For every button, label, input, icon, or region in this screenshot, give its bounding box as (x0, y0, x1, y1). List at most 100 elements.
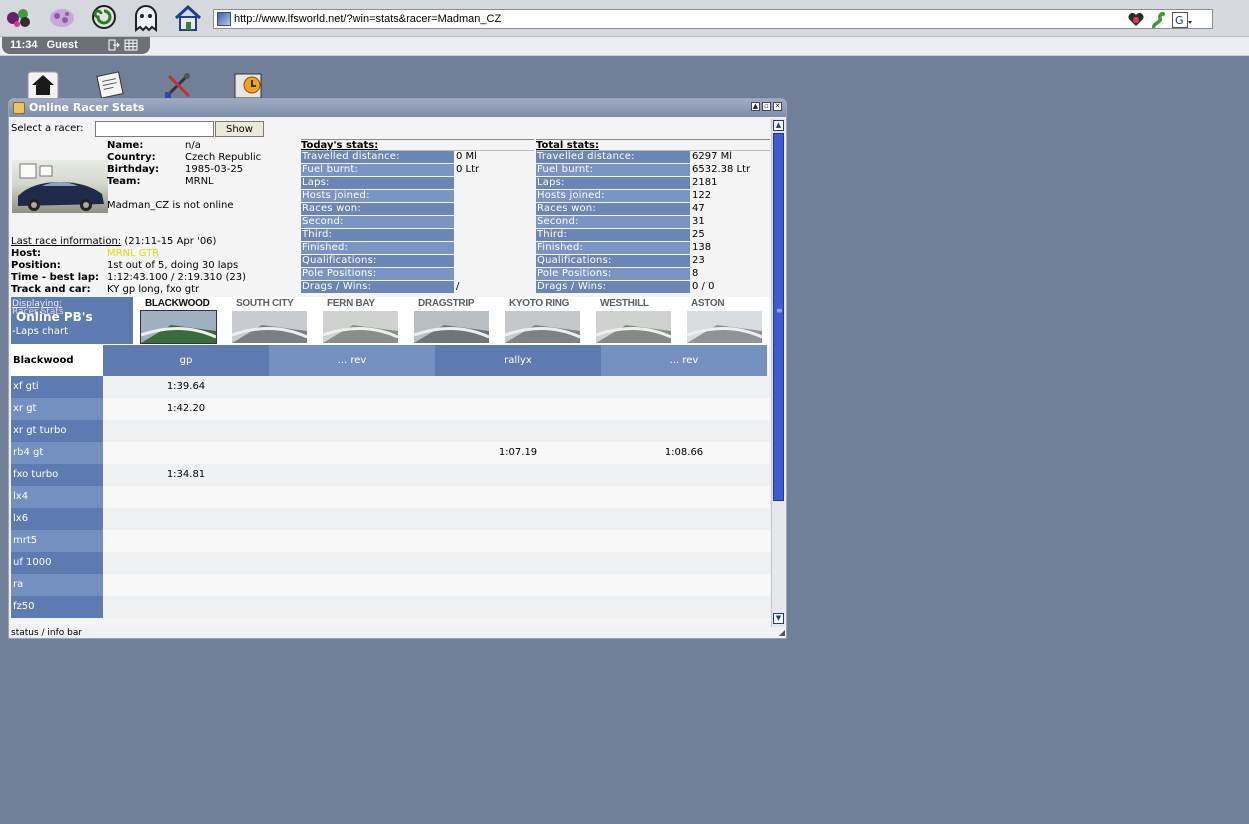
flower-icon[interactable] (46, 3, 78, 33)
collapse-button[interactable]: ▲ (751, 102, 760, 111)
last-race-host-value: MRNL GTR (107, 248, 160, 259)
track-name: SOUTH CITY (236, 298, 294, 309)
car-name: fxo turbo (11, 464, 103, 486)
select-racer-label: Select a racer: (11, 123, 84, 134)
lap-time-cell (103, 574, 269, 596)
tools-icon[interactable] (161, 70, 195, 100)
resize-grip-icon[interactable]: ◢ (779, 628, 785, 637)
stats-label: Finished: (536, 242, 690, 254)
window-content: Select a racer: Show Name: n/a Country: … (11, 119, 770, 627)
laps-chart-link[interactable]: -Laps chart (12, 326, 68, 337)
track-tab[interactable]: WESTHILL (596, 298, 686, 344)
track-name: WESTHILL (600, 298, 649, 309)
heart-plus-icon[interactable] (1128, 12, 1144, 33)
stats-value: 47 (692, 203, 705, 214)
lap-time-cell (103, 596, 269, 618)
clock-pill: 11:34 Guest (2, 37, 150, 54)
scroll-up-arrow-icon[interactable]: ▲ (773, 120, 784, 131)
worm-icon[interactable] (1150, 11, 1166, 35)
stats-row: Qualifications: 23 (536, 255, 770, 268)
google-icon[interactable]: G (1172, 12, 1192, 34)
stats-label: Races won: (536, 203, 690, 215)
home-icon[interactable] (172, 3, 204, 33)
car-name: rb4 gt (11, 442, 103, 464)
swirl-icon[interactable] (88, 3, 120, 33)
car-name: uf 1000 (11, 552, 103, 574)
lap-time-cell (103, 442, 269, 464)
racer-stats-window: Online Racer Stats ▲ ▫ ✕ Select a racer:… (8, 98, 787, 639)
stats-value: 8 (692, 268, 699, 279)
track-thumbnail (232, 311, 307, 343)
lap-time-cell (103, 530, 269, 552)
scroll-down-arrow-icon[interactable]: ▼ (773, 613, 784, 624)
last-race-time-row: Time - best lap: 1:12:43.100 / 2:19.310 … (11, 272, 300, 284)
track-tab[interactable]: BLACKWOOD (140, 298, 231, 344)
vertical-scrollbar[interactable]: ▲ ≡ ▼ (771, 119, 785, 627)
stats-value: / (456, 281, 460, 292)
stats-label: Second: (536, 216, 690, 228)
stats-label: Pole Positions: (536, 268, 690, 280)
track-thumbnail (414, 311, 489, 343)
track-tab[interactable]: DRAGSTRIP (414, 298, 504, 344)
track-tab[interactable]: FERN BAY (323, 298, 413, 344)
profile-field-label: Team: (107, 176, 141, 187)
stats-row: Fuel burnt: 6532.38 Ltr (536, 164, 770, 177)
lap-time-cell (103, 552, 269, 574)
stats-row: Hosts joined: (301, 190, 534, 203)
last-race-label: Track and car: (11, 284, 91, 295)
clock-badge-icon[interactable] (231, 70, 265, 100)
stats-row: Travelled distance: 6297 Ml (536, 151, 770, 164)
track-tab[interactable]: SOUTH CITY (232, 298, 322, 344)
profile-field-label: Name: (107, 140, 144, 151)
track-thumbnail (687, 311, 762, 343)
close-button[interactable]: ✕ (773, 102, 782, 111)
lap-time-cell (435, 486, 601, 508)
stats-label: Laps: (301, 177, 454, 189)
car-name: lx6 (11, 508, 103, 530)
last-race-track-row: Track and car: KY gp long, fxo gtr (11, 284, 300, 296)
home-icon[interactable] (26, 70, 60, 100)
laps-column-header[interactable]: rallyx (435, 345, 601, 376)
total-stats-title: Total stats: (536, 139, 770, 151)
lap-time-cell (601, 530, 767, 552)
stats-value: 0 Ml (456, 151, 477, 162)
lap-time-cell (601, 508, 767, 530)
lap-time-cell (103, 486, 269, 508)
stats-label: Third: (536, 229, 690, 241)
status-info-bar: status / info bar (11, 628, 83, 638)
laps-column-header[interactable]: ... rev (601, 345, 767, 376)
stats-row: Laps: (301, 177, 534, 190)
grid-icon[interactable] (124, 39, 138, 56)
track-tab[interactable]: ASTON (687, 298, 770, 344)
track-selector: Displaying: Racer Stats Online PB's -Lap… (11, 297, 770, 345)
track-tab[interactable]: KYOTO RING (505, 298, 595, 344)
scroll-thumb[interactable]: ≡ (773, 133, 784, 501)
profile-field-label: Country: (107, 152, 156, 163)
racer-search-input[interactable] (95, 121, 214, 137)
laps-column-header[interactable]: gp (103, 345, 269, 376)
laps-row: mrt5 (11, 530, 770, 552)
window-titlebar[interactable]: Online Racer Stats ▲ ▫ ✕ (9, 99, 786, 117)
racer-car-photo (12, 160, 108, 213)
car-name: mrt5 (11, 530, 103, 552)
laps-column-header[interactable]: ... rev (269, 345, 435, 376)
lap-time-cell (269, 574, 435, 596)
stats-label: Third: (301, 229, 454, 241)
lap-time-cell (435, 574, 601, 596)
ghost-icon[interactable] (130, 3, 162, 33)
last-race-link[interactable]: Last race information: (11, 236, 121, 247)
stats-value: 2181 (692, 177, 718, 188)
car-name: xr gt (11, 398, 103, 420)
maximize-button[interactable]: ▫ (762, 102, 771, 111)
exit-icon[interactable] (108, 39, 120, 56)
stats-label: Travelled distance: (536, 151, 690, 163)
track-name: BLACKWOOD (145, 298, 210, 309)
stats-row: Finished: (301, 242, 534, 255)
dots-icon[interactable] (4, 3, 36, 33)
laps-row: lx6 (11, 508, 770, 530)
show-button[interactable]: Show (215, 121, 264, 137)
select-racer-row: Select a racer: Show (11, 120, 770, 138)
url-field[interactable]: http://www.lfsworld.net/?win=stats&racer… (213, 9, 1213, 29)
newspaper-icon[interactable] (93, 70, 127, 100)
lap-time-cell: 1:39.64 (166, 381, 206, 392)
